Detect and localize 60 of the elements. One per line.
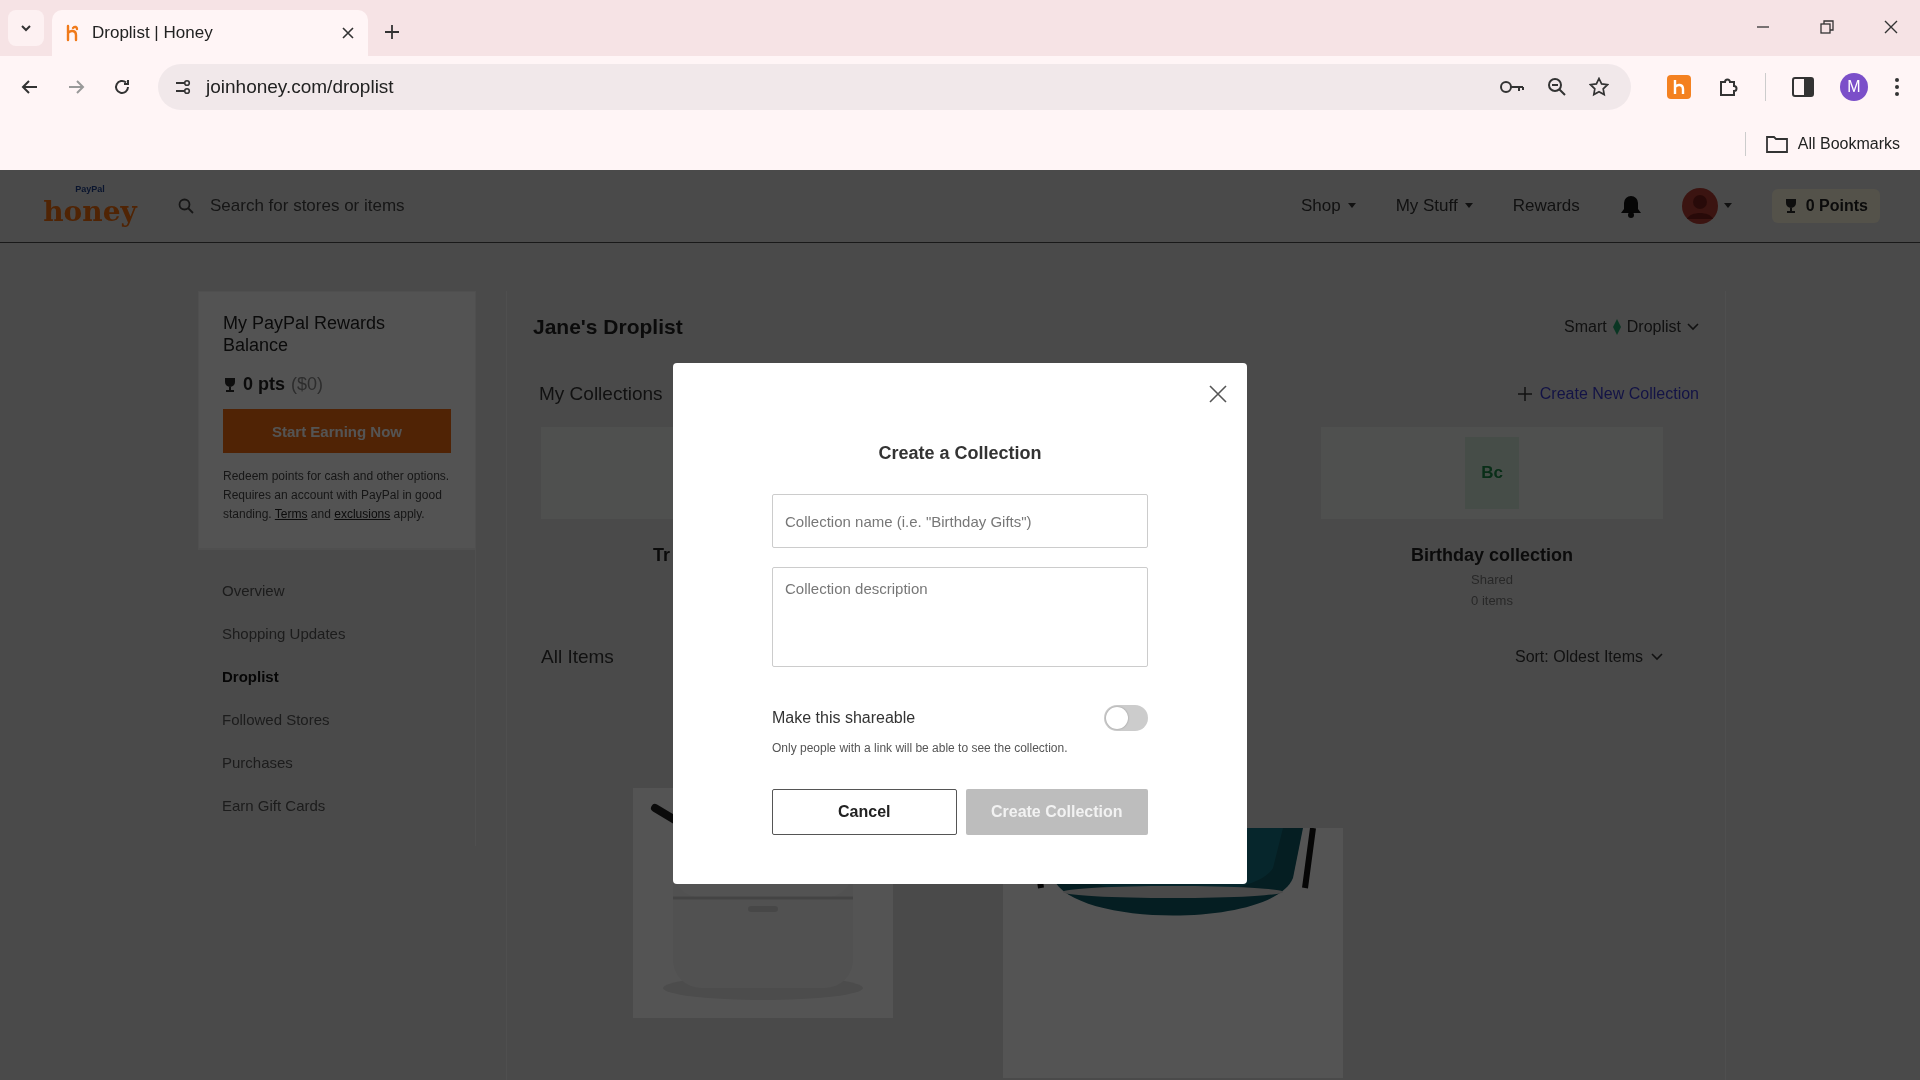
avatar-icon [1681, 188, 1718, 224]
reload-icon[interactable] [112, 77, 132, 97]
rewards-note: Redeem points for cash and other options. Requires an account with PayPal in good standing. Terms and exclusions apply. [223, 468, 451, 523]
trophy-icon [223, 376, 237, 393]
nav-link[interactable]: My Stuff [1395, 196, 1473, 216]
cancel-button[interactable]: Cancel [772, 789, 957, 835]
address-bar[interactable]: joinhoney.com/droplist [158, 64, 1631, 110]
points-badge[interactable]: 0 Points [1771, 189, 1880, 223]
sort-dropdown[interactable]: Sort: Oldest Items [1514, 648, 1663, 666]
profile-avatar[interactable]: M [1840, 73, 1868, 101]
search-icon [178, 198, 194, 214]
caret-icon [1347, 203, 1356, 209]
restore-icon[interactable] [1820, 20, 1834, 34]
chevron-down-icon [1651, 653, 1663, 661]
key-icon[interactable] [1499, 79, 1525, 95]
caret-icon [1464, 203, 1473, 209]
close-icon[interactable] [342, 27, 354, 39]
plus-icon [1517, 387, 1532, 401]
side-panel-icon[interactable] [1792, 77, 1814, 97]
collection-name-field[interactable]: Collection name (i.e. "Birthday Gifts") [772, 494, 1148, 548]
close-icon[interactable] [1209, 385, 1227, 403]
all-bookmarks-button[interactable]: All Bookmarks [1765, 135, 1900, 153]
collection-initials: Bc [1465, 437, 1519, 509]
tab-title: Droplist | Honey [92, 23, 214, 43]
more-icon[interactable] [1894, 77, 1900, 97]
nav-link[interactable]: Rewards [1512, 196, 1580, 216]
rewards-title: My PayPal Rewards Balance [223, 312, 387, 356]
caret-icon [1723, 203, 1732, 209]
collections-heading: My Collections [539, 383, 663, 405]
site-settings-icon[interactable] [174, 78, 192, 96]
url-text: joinhoney.com/droplist [206, 76, 394, 98]
points-amount: 0 pts [243, 374, 285, 395]
puzzle-icon[interactable] [1717, 76, 1739, 98]
smart-droplist-menu[interactable]: Smart Droplist [1564, 318, 1699, 336]
droplist-title: Jane's Droplist [533, 315, 683, 339]
collection-title: Tr [653, 545, 670, 566]
honey-extension-icon[interactable] [1667, 75, 1691, 99]
sidebar-item[interactable]: Droplist [222, 668, 279, 685]
trophy-icon [1783, 198, 1798, 214]
folder-icon [1765, 135, 1788, 153]
all-items-heading: All Items [541, 646, 614, 668]
honey-favicon-icon [64, 24, 80, 42]
collection-description-field[interactable]: Collection description [772, 567, 1148, 667]
zoom-icon[interactable] [1547, 77, 1567, 97]
new-tab-icon[interactable] [384, 24, 400, 40]
start-earning-button[interactable]: Start Earning Now [223, 409, 451, 453]
shareable-toggle[interactable] [1104, 705, 1148, 731]
close-icon[interactable] [1884, 20, 1898, 34]
note-link[interactable]: exclusions [334, 507, 391, 521]
honey-logo[interactable]: PayPal honey [44, 183, 136, 229]
chevron-down-icon [1687, 323, 1699, 331]
star-icon[interactable] [1589, 77, 1609, 97]
note-link[interactable]: Terms [274, 507, 308, 521]
dialog-title: Create a Collection [877, 443, 1043, 464]
droplet-icon [1612, 319, 1621, 335]
collection-title: Birthday collection [1411, 545, 1573, 566]
shareable-label: Make this shareable [772, 709, 916, 727]
nav-link[interactable]: Shop [1300, 196, 1356, 216]
browser-tab[interactable]: Droplist | Honey [52, 10, 368, 56]
shareable-note: Only people with a link will be able to see the collection. [772, 741, 1069, 755]
